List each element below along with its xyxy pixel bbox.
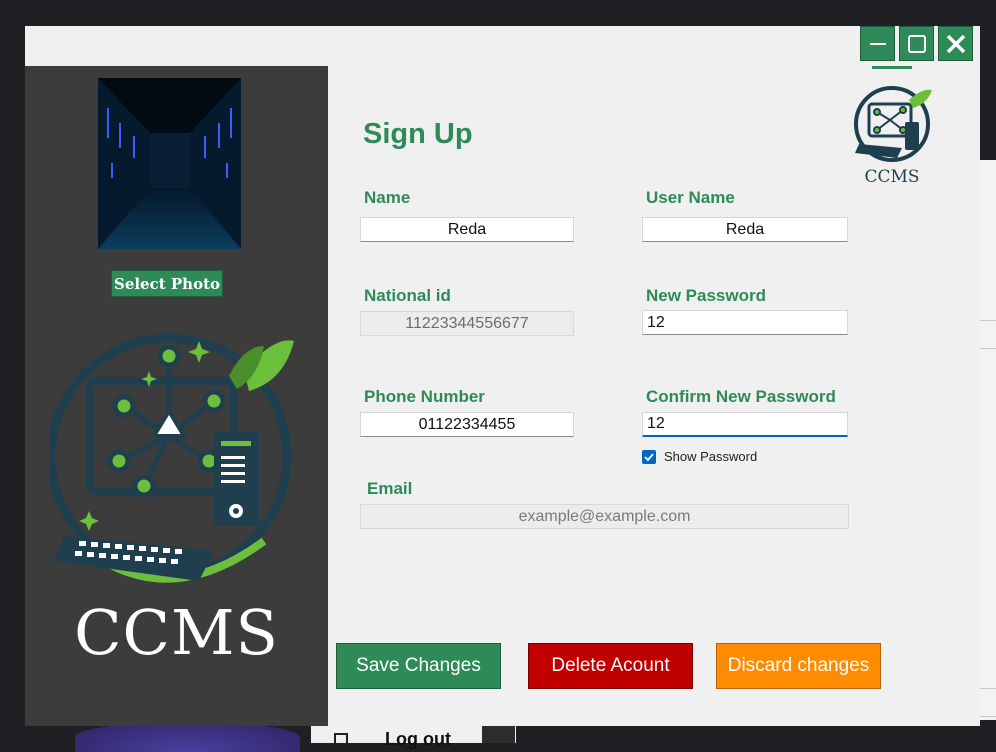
sidebar: Select Photo CCMS xyxy=(25,66,328,726)
name-label: Name xyxy=(364,188,411,207)
national-id-label: National id xyxy=(364,286,451,305)
background-logout-label: Log out xyxy=(385,729,451,749)
background-window-edge xyxy=(980,160,996,720)
logout-icon xyxy=(334,733,348,743)
minimize-icon xyxy=(869,42,886,45)
ccms-logo-icon xyxy=(49,333,294,583)
confirm-password-label: Confirm New Password xyxy=(646,387,836,406)
signup-window: Select Photo CCMS CCMS Sign Up Name Reda… xyxy=(25,26,980,726)
ccms-header-logo-icon xyxy=(854,86,932,162)
discard-changes-button[interactable]: Discard changes xyxy=(716,643,881,689)
checkbox-checked-icon xyxy=(642,449,656,464)
email-label: Email xyxy=(367,479,413,498)
sidebar-brand: CCMS xyxy=(74,596,279,669)
new-password-label: New Password xyxy=(646,286,766,305)
select-photo-button[interactable]: Select Photo xyxy=(111,270,223,297)
close-button[interactable] xyxy=(938,26,973,61)
national-id-field xyxy=(360,311,574,336)
name-field[interactable] xyxy=(360,217,574,242)
close-icon xyxy=(946,34,965,53)
username-field[interactable] xyxy=(642,217,848,242)
header-brand: CCMS xyxy=(864,167,920,187)
titlebar-indicator xyxy=(872,66,912,69)
phone-field[interactable] xyxy=(360,412,574,437)
maximize-icon xyxy=(907,34,926,53)
page-title: Sign Up xyxy=(363,118,473,150)
show-password-label: Show Password xyxy=(664,449,758,464)
background-panel xyxy=(482,724,515,743)
username-label: User Name xyxy=(646,188,735,207)
save-changes-button[interactable]: Save Changes xyxy=(336,643,501,689)
confirm-password-field[interactable] xyxy=(642,412,848,437)
maximize-button[interactable] xyxy=(899,26,934,61)
minimize-button[interactable] xyxy=(860,26,895,61)
background-wallpaper xyxy=(75,722,300,752)
email-field[interactable] xyxy=(360,504,849,529)
new-password-field[interactable] xyxy=(642,310,848,335)
show-password-checkbox[interactable]: Show Password xyxy=(642,449,757,464)
profile-photo xyxy=(98,78,241,249)
delete-account-button[interactable]: Delete Acount xyxy=(528,643,693,689)
phone-label: Phone Number xyxy=(364,387,485,406)
